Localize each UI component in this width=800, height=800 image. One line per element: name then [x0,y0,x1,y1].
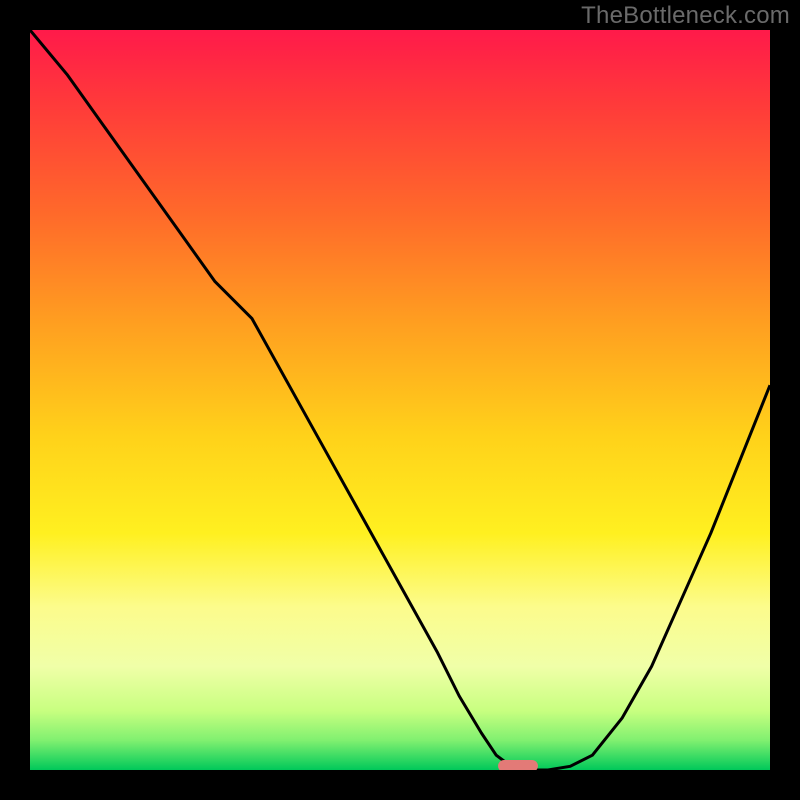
chart-frame: TheBottleneck.com [0,0,800,800]
plot-area [30,30,770,770]
bottleneck-curve [30,30,770,770]
watermark-text: TheBottleneck.com [581,2,790,30]
curve-svg [30,30,770,770]
optimum-marker [498,760,538,770]
